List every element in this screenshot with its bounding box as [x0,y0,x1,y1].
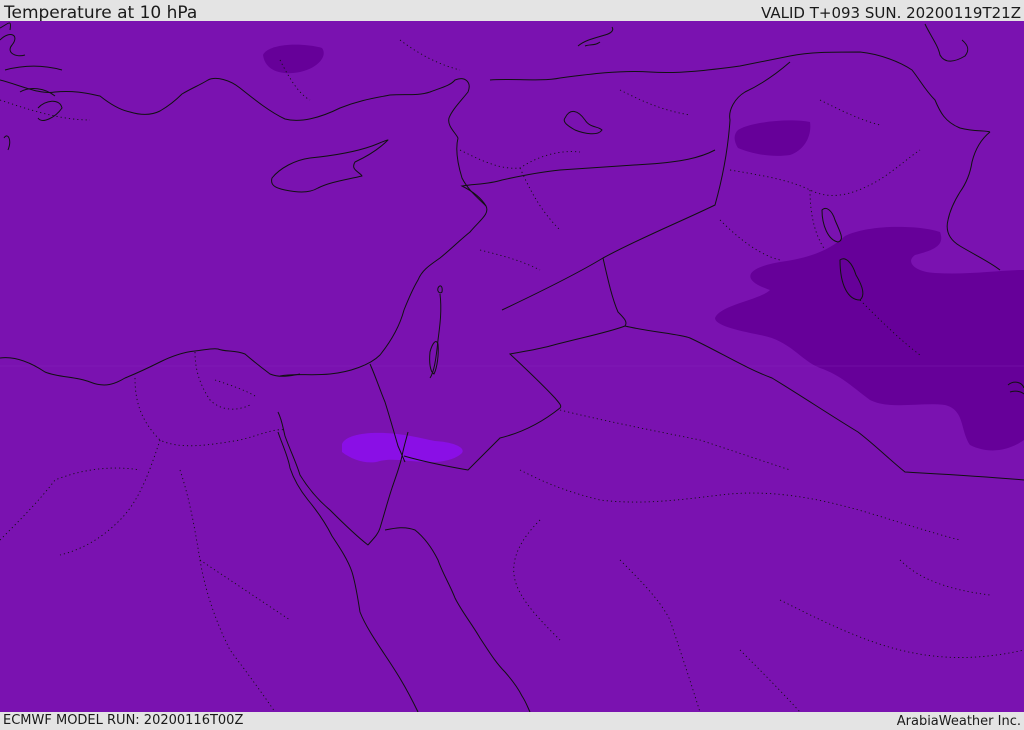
bottom-bar: ECMWF MODEL RUN: 20200116T00Z ArabiaWeat… [0,712,1024,729]
map-title: Temperature at 10 hPa [4,3,198,23]
temperature-map[interactable] [0,21,1024,712]
top-bar: Temperature at 10 hPa VALID T+093 SUN. 2… [0,0,1024,23]
valid-time: VALID T+093 SUN. 20200119T21Z [761,4,1021,22]
credit-label: ArabiaWeather Inc. [896,714,1021,729]
model-run-label: ECMWF MODEL RUN: 20200116T00Z [3,713,244,728]
map-canvas [0,21,1024,712]
